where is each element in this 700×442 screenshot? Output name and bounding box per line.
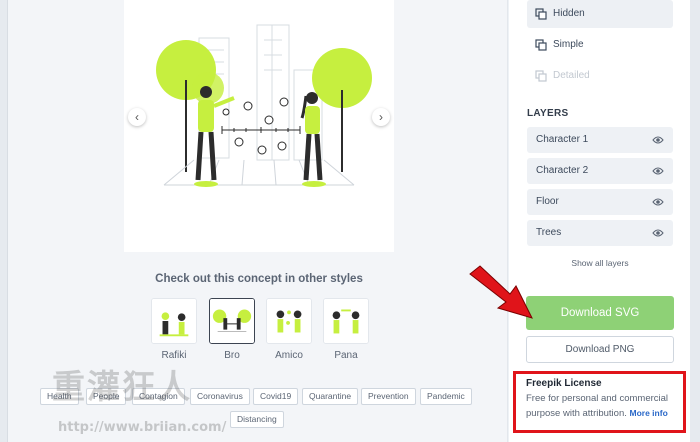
illustration-preview bbox=[124, 0, 394, 252]
option-hidden-label: Hidden bbox=[553, 8, 585, 19]
option-detailed: Detailed bbox=[527, 62, 673, 90]
covid-distancing-illustration bbox=[156, 24, 372, 187]
watermark-logo: 重灌狂人 bbox=[52, 367, 192, 406]
tag-covid19[interactable]: Covid19 bbox=[253, 388, 299, 405]
style-label-amico: Amico bbox=[275, 350, 303, 361]
layers-copy-icon bbox=[535, 8, 547, 20]
layer-trees[interactable]: Trees bbox=[527, 220, 673, 246]
style-label-pana: Pana bbox=[334, 350, 358, 361]
style-option-bro[interactable]: Bro bbox=[209, 298, 255, 361]
tag-pandemic[interactable]: Pandemic bbox=[420, 388, 472, 405]
option-simple-label: Simple bbox=[553, 39, 584, 50]
pana-thumbnail bbox=[323, 298, 369, 344]
eye-icon[interactable] bbox=[652, 197, 664, 207]
chevron-right-icon[interactable]: › bbox=[372, 108, 390, 126]
option-simple[interactable]: Simple bbox=[527, 31, 673, 59]
red-arrow-icon bbox=[469, 265, 533, 319]
option-detailed-label: Detailed bbox=[553, 70, 590, 81]
style-option-pana[interactable]: Pana bbox=[323, 298, 369, 361]
download-png-button[interactable]: Download PNG bbox=[526, 336, 674, 363]
layers-copy-icon bbox=[535, 39, 547, 51]
show-all-layers-link[interactable]: Show all layers bbox=[527, 258, 673, 268]
tag-prevention[interactable]: Prevention bbox=[361, 388, 416, 405]
eye-icon[interactable] bbox=[652, 135, 664, 145]
watermark-url: http://www.briian.com/ bbox=[58, 420, 227, 435]
style-label-bro: Bro bbox=[224, 350, 240, 361]
download-svg-button[interactable]: Download SVG bbox=[526, 296, 674, 330]
layers-heading: LAYERS bbox=[527, 108, 569, 119]
amico-thumbnail bbox=[266, 298, 312, 344]
eye-icon[interactable] bbox=[652, 166, 664, 176]
left-panel-edge bbox=[0, 0, 8, 442]
style-option-amico[interactable]: Amico bbox=[266, 298, 312, 361]
other-styles-title: Check out this concept in other styles bbox=[155, 273, 363, 285]
right-panel-edge bbox=[690, 0, 700, 442]
rafiki-thumbnail bbox=[151, 298, 197, 344]
tag-coronavirus[interactable]: Coronavirus bbox=[190, 388, 250, 405]
bro-thumbnail bbox=[209, 298, 255, 344]
chevron-left-icon[interactable]: ‹ bbox=[128, 108, 146, 126]
layer-floor[interactable]: Floor bbox=[527, 189, 673, 215]
tag-distancing[interactable]: Distancing bbox=[230, 411, 284, 428]
layer-label: Character 1 bbox=[536, 134, 589, 145]
layer-label: Character 2 bbox=[536, 165, 589, 176]
style-option-rafiki[interactable]: Rafiki bbox=[151, 298, 197, 361]
eye-icon[interactable] bbox=[652, 228, 664, 238]
style-options: Rafiki Bro Amico Pana bbox=[148, 298, 378, 368]
tag-quarantine[interactable]: Quarantine bbox=[302, 388, 359, 405]
option-hidden[interactable]: Hidden bbox=[527, 0, 673, 28]
layer-character-1[interactable]: Character 1 bbox=[527, 127, 673, 153]
layer-character-2[interactable]: Character 2 bbox=[527, 158, 673, 184]
layers-copy-icon bbox=[535, 70, 547, 82]
layer-label: Floor bbox=[536, 196, 559, 207]
layer-label: Trees bbox=[536, 227, 562, 238]
license-highlight-box bbox=[513, 371, 686, 433]
